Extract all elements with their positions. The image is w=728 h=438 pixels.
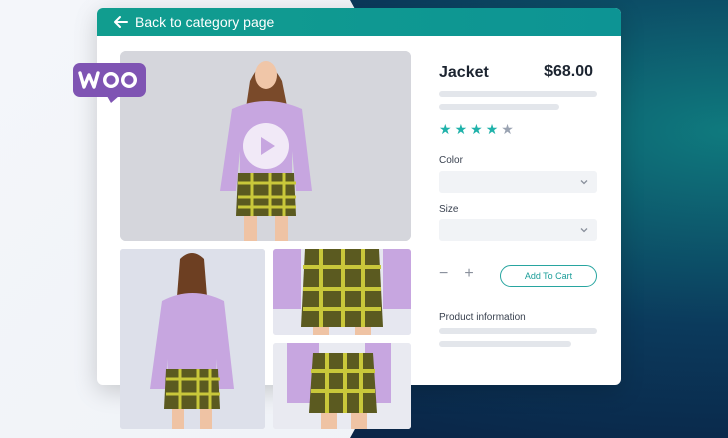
description-placeholder-line [439, 104, 559, 110]
product-information-label: Product information [439, 312, 526, 323]
skirt-front-image [273, 249, 411, 335]
top-bar: Back to category page [97, 8, 621, 36]
chevron-down-icon [580, 180, 588, 185]
woo-logo [73, 63, 146, 103]
size-label: Size [439, 204, 459, 215]
main-product-video[interactable] [120, 51, 411, 241]
quantity-decrease-button[interactable]: − [439, 266, 448, 282]
play-icon[interactable] [242, 122, 290, 170]
add-to-cart-button[interactable]: Add To Cart [500, 265, 597, 287]
skirt-side-image [273, 343, 411, 429]
description-placeholder-line [439, 91, 597, 97]
star-filled-icon: ★ [454, 121, 468, 137]
color-label: Color [439, 155, 463, 166]
thumbnail-skirt-side[interactable] [273, 343, 411, 429]
quantity-increase-button[interactable]: + [464, 266, 473, 282]
star-filled-icon: ★ [485, 121, 499, 137]
product-name: Jacket [439, 64, 489, 81]
size-select[interactable] [439, 219, 597, 241]
thumbnail-back-view[interactable] [120, 249, 265, 429]
product-card: Back to category page Jacket $68.00 ★ ★ … [97, 8, 621, 429]
info-placeholder-line [439, 328, 597, 334]
star-empty-icon: ★ [501, 121, 514, 137]
arrow-left-icon[interactable] [113, 14, 129, 30]
thumbnail-skirt-front[interactable] [273, 249, 411, 335]
rating-stars[interactable]: ★ ★ ★ ★ ★ [439, 122, 514, 136]
quantity-stepper: − + [439, 266, 474, 282]
model-back-image [120, 249, 265, 429]
star-filled-icon: ★ [439, 121, 452, 137]
star-filled-icon: ★ [470, 121, 483, 137]
back-to-category-link[interactable]: Back to category page [135, 14, 274, 30]
chevron-down-icon [580, 228, 588, 233]
info-placeholder-line [439, 341, 571, 347]
product-price: $68.00 [544, 63, 593, 80]
color-select[interactable] [439, 171, 597, 193]
